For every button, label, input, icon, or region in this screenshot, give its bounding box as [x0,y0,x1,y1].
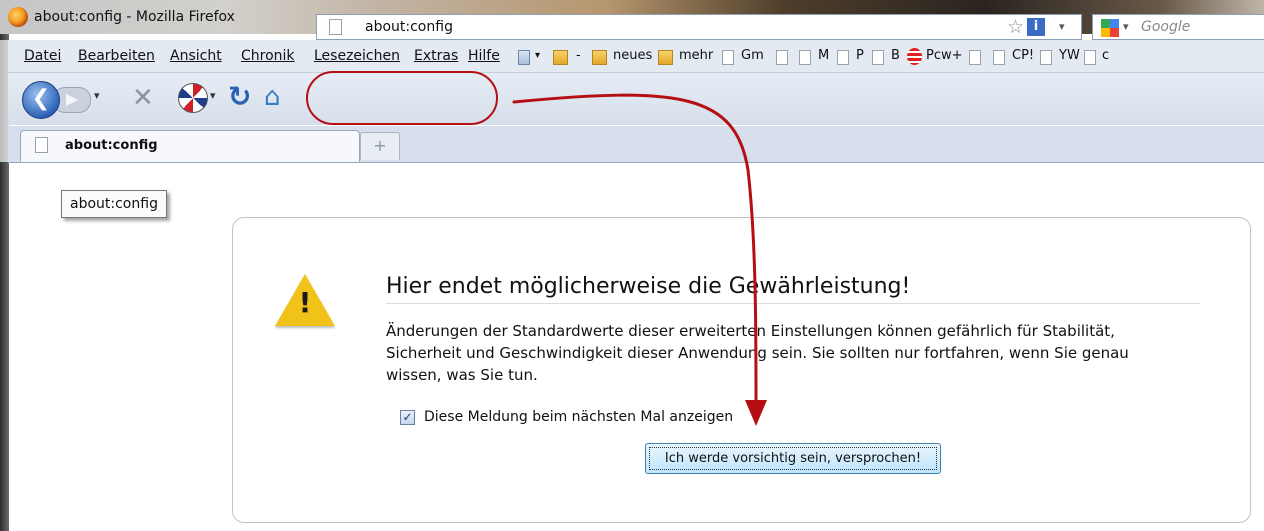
bookmark-p[interactable]: P [856,48,864,63]
url-text[interactable]: about:config [365,19,453,35]
url-tooltip: about:config [61,190,167,218]
bookmark-folder-mehr-icon [658,50,673,65]
bookmark-mehr[interactable]: mehr [679,48,713,63]
window-title: about:config - Mozilla Firefox [34,9,235,25]
page-icon [329,19,342,35]
warning-title: Hier endet möglicherweise die Gewährleis… [386,274,911,299]
pcw-stack-icon [907,48,922,65]
warning-exclamation-icon: ! [298,286,312,319]
info-icon[interactable]: i [1027,18,1045,36]
firefox-logo-icon [8,7,28,27]
home-icon[interactable]: ⌂ [264,82,281,112]
bookmark-page-icon [1040,50,1052,65]
bookmark-folder-dash[interactable]: - [576,48,581,63]
bookmark-page-icon [1084,50,1096,65]
tab-label: about:config [65,138,158,153]
bookmark-neues[interactable]: neues [613,48,652,63]
tab-about-config[interactable]: about:config [20,130,360,162]
reload-icon[interactable]: ↻ [228,80,251,114]
show-warning-checkbox[interactable]: ✓ [400,410,415,425]
url-dropdown-icon[interactable]: ▾ [1059,20,1065,33]
bookmark-yw[interactable]: YW [1059,48,1080,63]
menu-extras[interactable]: Extras [414,48,458,64]
sidebar-panel-icon[interactable] [518,50,530,65]
bookmark-b[interactable]: B [891,48,900,63]
menu-bearbeiten[interactable]: Bearbeiten [78,48,155,64]
warning-text: Änderungen der Standardwerte dieser erwe… [386,322,1129,384]
menu-hilfe[interactable]: Hilfe [468,48,500,64]
show-warning-checkbox-label[interactable]: Diese Meldung beim nächsten Mal anzeigen [424,409,733,425]
bookmark-folder-icon[interactable] [553,50,568,65]
menu-bar: Datei Bearbeiten Ansicht Chronik Lesezei… [8,40,1264,73]
google-search-icon[interactable] [1101,19,1119,37]
confirm-button[interactable]: Ich werde vorsichtig sein, versprochen! [645,443,941,474]
bookmark-page-icon [722,50,734,65]
annotation-oval [306,71,498,125]
menu-ansicht[interactable]: Ansicht [170,48,222,64]
bookmark-page-icon [837,50,849,65]
uk-flag-icon[interactable] [178,83,208,113]
search-placeholder: Google [1141,19,1191,35]
bookmark-cp[interactable]: CP! [1012,48,1034,63]
bookmark-page-icon [799,50,811,65]
search-engine-dropdown-icon[interactable]: ▾ [1123,20,1129,33]
menu-datei[interactable]: Datei [24,48,61,64]
stop-icon[interactable]: ✕ [132,85,154,111]
bookmark-folder-neues-icon [592,50,607,65]
bookmark-c[interactable]: c [1102,48,1109,63]
tab-strip: about:config + [8,126,1264,163]
bookmark-gm[interactable]: Gm [741,48,764,63]
search-bar[interactable]: ▾ Google [1092,14,1264,40]
menu-lesezeichen[interactable]: Lesezeichen [314,48,400,64]
bookmark-pcw[interactable]: Pcw+ [926,48,963,63]
bookmark-m[interactable]: M [818,48,829,63]
navigation-toolbar: ▶ ❮ ▾ ✕ ▾ ↻ ⌂ [8,73,1264,125]
tab-page-icon [35,137,48,153]
bookmark-page-icon [993,50,1005,65]
menu-chronik[interactable]: Chronik [241,48,295,64]
bookmark-page-icon[interactable] [969,50,981,65]
bookmark-star-icon[interactable]: ☆ [1007,16,1024,38]
bookmark-page-icon [872,50,884,65]
panel-dropdown-icon[interactable]: ▾ [535,50,540,61]
bookmark-page-icon[interactable] [776,50,788,65]
back-button[interactable]: ❮ [22,81,60,119]
new-tab-button[interactable]: + [360,132,400,160]
warning-divider [386,303,1200,304]
flag-dropdown-icon[interactable]: ▾ [210,89,216,102]
url-bar[interactable]: about:config ☆ i ▾ [316,14,1082,40]
history-dropdown-icon[interactable]: ▾ [94,89,100,102]
